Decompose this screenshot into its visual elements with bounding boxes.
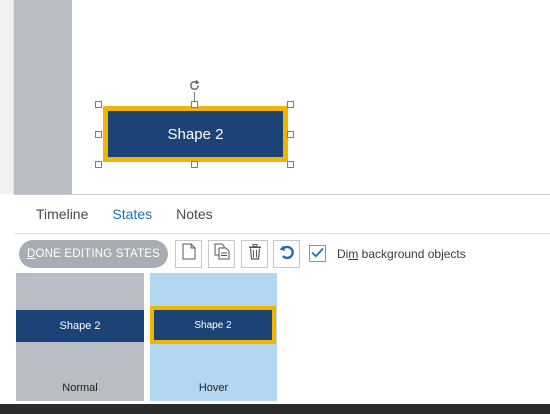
tab-notes[interactable]: Notes [176, 206, 213, 222]
duplicate-icon [214, 243, 230, 265]
state-hover-label: Hover [198, 382, 229, 394]
state-normal-shape: Shape 2 [16, 310, 144, 342]
delete-state-button[interactable] [241, 240, 268, 268]
canvas-gutter [14, 0, 72, 194]
state-normal-label: Normal [62, 382, 98, 394]
panel-tabs: Timeline States Notes [36, 206, 213, 222]
done-button-label: DONE EDITING STATES [26, 248, 161, 260]
slide-canvas[interactable] [72, 0, 550, 194]
trash-icon [248, 243, 262, 265]
done-editing-states-button[interactable]: DONE EDITING STATES [19, 240, 168, 268]
state-normal-thumbnail[interactable]: Shape 2 Normal [16, 273, 144, 401]
state-hover-thumbnail[interactable]: Shape 2 Hover [150, 273, 277, 401]
duplicate-state-button[interactable] [208, 240, 235, 268]
resize-handle-bottom-left[interactable] [95, 161, 102, 168]
left-strip [0, 0, 14, 194]
resize-handle-right[interactable] [287, 131, 294, 138]
tabs-separator [14, 233, 550, 234]
dim-background-label[interactable]: Dim background objects [337, 247, 466, 261]
state-hover-shape: Shape 2 [150, 306, 276, 344]
tab-timeline[interactable]: Timeline [36, 206, 88, 222]
resize-handle-bottom-right[interactable] [287, 161, 294, 168]
new-page-icon [182, 243, 196, 265]
resize-handle-bottom[interactable] [191, 161, 198, 168]
resize-handle-top-left[interactable] [95, 101, 102, 108]
resize-handle-top[interactable] [191, 101, 198, 108]
reset-state-button[interactable] [273, 240, 300, 268]
state-hover-shape-label: Shape 2 [154, 310, 272, 340]
selected-shape[interactable]: Shape 2 [103, 106, 288, 162]
new-state-button[interactable] [175, 240, 202, 268]
tab-states[interactable]: States [112, 206, 152, 222]
checkmark-icon [311, 245, 324, 263]
rotate-handle-icon[interactable] [187, 78, 202, 93]
resize-handle-top-right[interactable] [287, 101, 294, 108]
shape-label: Shape 2 [108, 111, 283, 157]
dim-background-checkbox[interactable] [309, 245, 326, 262]
bottom-bar [0, 404, 550, 414]
undo-icon [279, 244, 295, 265]
panel-divider[interactable] [14, 194, 550, 195]
resize-handle-left[interactable] [95, 131, 102, 138]
